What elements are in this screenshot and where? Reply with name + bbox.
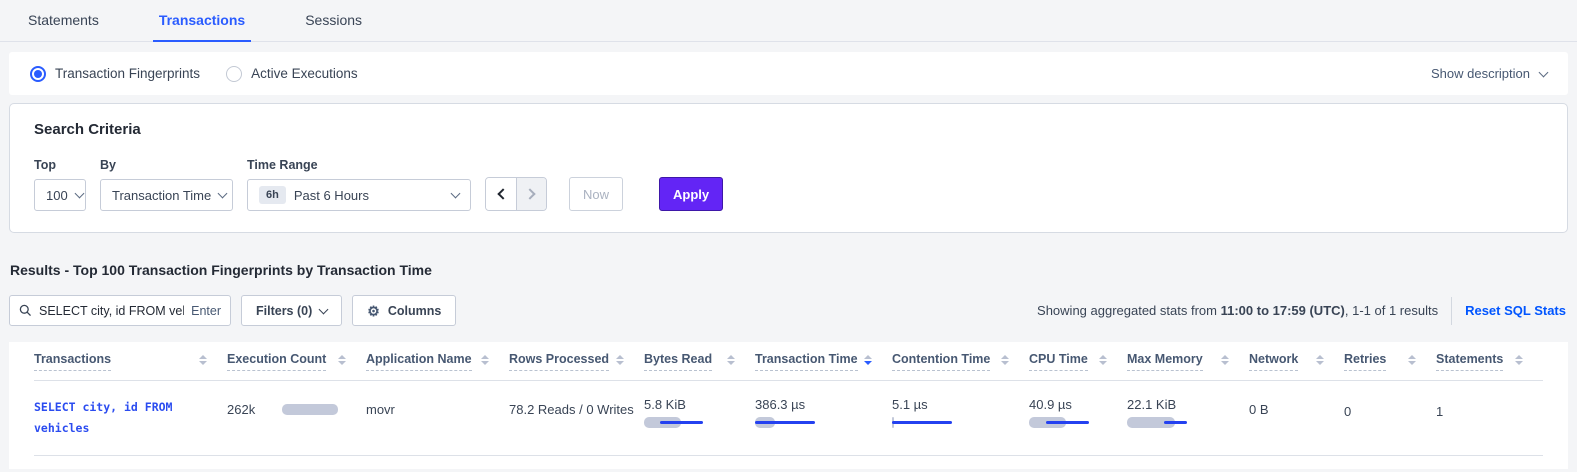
- column-header-application-name[interactable]: Application Name: [366, 352, 509, 371]
- column-header-bytes-read[interactable]: Bytes Read: [644, 352, 755, 371]
- show-description-label: Show description: [1431, 66, 1530, 81]
- chevron-down-icon: [74, 189, 84, 199]
- transactions-table: Transactions Execution Count Application…: [9, 342, 1568, 469]
- column-header-retries[interactable]: Retries: [1344, 352, 1436, 371]
- contention-time-bar: [892, 417, 954, 429]
- search-input[interactable]: [39, 304, 184, 318]
- transaction-time-value: 386.3 µs: [755, 397, 892, 412]
- bytes-read-value: 5.8 KiB: [644, 397, 755, 412]
- contention-time-value: 5.1 µs: [892, 397, 1029, 412]
- rows-processed-value: 78.2 Reads / 0 Writes: [509, 402, 644, 417]
- radio-label: Transaction Fingerprints: [55, 66, 200, 81]
- next-range-button[interactable]: [516, 178, 546, 210]
- chevron-down-icon: [451, 189, 461, 199]
- sort-icon[interactable]: [1221, 355, 1229, 369]
- by-value: Transaction Time: [112, 188, 211, 203]
- time-range-value: Past 6 Hours: [294, 188, 444, 203]
- sort-icon[interactable]: [727, 355, 735, 369]
- chevron-left-icon: [497, 188, 508, 199]
- chevron-down-icon: [1539, 67, 1549, 77]
- column-header-execution-count[interactable]: Execution Count: [227, 352, 366, 371]
- prev-range-button[interactable]: [486, 178, 516, 210]
- results-toolbar: Enter Filters (0) ⚙ Columns Showing aggr…: [9, 295, 1568, 326]
- sort-icon[interactable]: [616, 355, 624, 369]
- retries-value: 0: [1344, 404, 1436, 419]
- table-row: SELECT city, id FROM vehicles 262k movr …: [34, 381, 1543, 456]
- tab-statements[interactable]: Statements: [22, 0, 105, 42]
- tab-sessions[interactable]: Sessions: [299, 0, 368, 42]
- execution-count-value: 262k: [227, 402, 255, 417]
- cpu-time-value: 40.9 µs: [1029, 397, 1127, 412]
- results-heading: Results - Top 100 Transaction Fingerprin…: [10, 262, 1577, 278]
- sort-icon[interactable]: [1408, 355, 1416, 369]
- column-header-contention-time[interactable]: Contention Time: [892, 352, 1029, 371]
- radio-transaction-fingerprints[interactable]: Transaction Fingerprints: [30, 66, 200, 82]
- top-field: Top 100: [34, 158, 86, 211]
- divider: [1451, 297, 1452, 325]
- network-value: 0 B: [1249, 402, 1344, 417]
- chevron-right-icon: [524, 188, 535, 199]
- column-header-transactions[interactable]: Transactions: [34, 352, 227, 371]
- columns-label: Columns: [388, 304, 441, 318]
- top-label: Top: [34, 158, 86, 172]
- filters-button[interactable]: Filters (0): [241, 295, 342, 326]
- gear-icon: ⚙: [367, 304, 380, 318]
- enter-hint: Enter: [191, 304, 221, 318]
- column-header-transaction-time[interactable]: Transaction Time: [755, 352, 892, 371]
- cpu-time-bar: [1029, 417, 1091, 429]
- transaction-fingerprint-link[interactable]: SELECT city, id FROM vehicles: [34, 397, 194, 438]
- time-range-field: Time Range 6h Past 6 Hours: [247, 158, 471, 211]
- time-range-select[interactable]: 6h Past 6 Hours: [247, 179, 471, 211]
- column-header-statements[interactable]: Statements: [1436, 352, 1543, 371]
- view-toggle-strip: Transaction Fingerprints Active Executio…: [9, 52, 1568, 95]
- sort-icon[interactable]: [338, 355, 346, 369]
- transaction-time-bar: [755, 417, 817, 429]
- search-icon: [19, 304, 32, 317]
- search-criteria-panel: Search Criteria Top 100 By Transaction T…: [9, 103, 1568, 233]
- radio-button-icon[interactable]: [226, 66, 242, 82]
- time-range-nav: [485, 177, 547, 211]
- search-criteria-title: Search Criteria: [34, 121, 1543, 138]
- chevron-down-icon: [319, 305, 329, 315]
- show-description-toggle[interactable]: Show description: [1431, 66, 1547, 81]
- time-range-badge: 6h: [259, 186, 286, 204]
- sort-icon[interactable]: [1515, 355, 1523, 369]
- statements-value: 1: [1436, 404, 1543, 419]
- bytes-read-bar: [644, 417, 706, 429]
- application-name-value: movr: [366, 402, 509, 417]
- max-memory-value: 22.1 KiB: [1127, 397, 1249, 412]
- by-field: By Transaction Time: [100, 158, 233, 211]
- reset-sql-stats-link[interactable]: Reset SQL Stats: [1465, 303, 1566, 318]
- sort-icon[interactable]: [1001, 355, 1009, 369]
- filters-label: Filters (0): [256, 304, 312, 318]
- time-range-label: Time Range: [247, 158, 471, 172]
- max-memory-bar: [1127, 417, 1189, 429]
- aggregated-stats-text: Showing aggregated stats from 11:00 to 1…: [1037, 303, 1438, 318]
- sort-icon[interactable]: [864, 355, 872, 369]
- top-select[interactable]: 100: [34, 179, 86, 211]
- columns-button[interactable]: ⚙ Columns: [352, 295, 456, 326]
- query-search-box[interactable]: Enter: [9, 295, 231, 326]
- chevron-down-icon: [218, 189, 228, 199]
- sort-icon[interactable]: [1316, 355, 1324, 369]
- radio-label: Active Executions: [251, 66, 358, 81]
- page-tabbar: Statements Transactions Sessions: [0, 0, 1577, 42]
- table-header-row: Transactions Execution Count Application…: [34, 352, 1543, 381]
- now-button[interactable]: Now: [569, 177, 623, 211]
- column-header-rows-processed[interactable]: Rows Processed: [509, 352, 644, 371]
- sort-icon[interactable]: [1099, 355, 1107, 369]
- column-header-network[interactable]: Network: [1249, 352, 1344, 371]
- column-header-max-memory[interactable]: Max Memory: [1127, 352, 1249, 371]
- radio-button-icon[interactable]: [30, 66, 46, 82]
- sort-icon[interactable]: [199, 355, 207, 369]
- tab-transactions[interactable]: Transactions: [153, 0, 251, 42]
- by-label: By: [100, 158, 233, 172]
- apply-button[interactable]: Apply: [659, 177, 723, 211]
- column-header-cpu-time[interactable]: CPU Time: [1029, 352, 1127, 371]
- top-value: 100: [46, 188, 68, 203]
- by-select[interactable]: Transaction Time: [100, 179, 233, 211]
- execution-count-bar: [282, 404, 342, 415]
- sort-icon[interactable]: [481, 355, 489, 369]
- radio-active-executions[interactable]: Active Executions: [226, 66, 358, 82]
